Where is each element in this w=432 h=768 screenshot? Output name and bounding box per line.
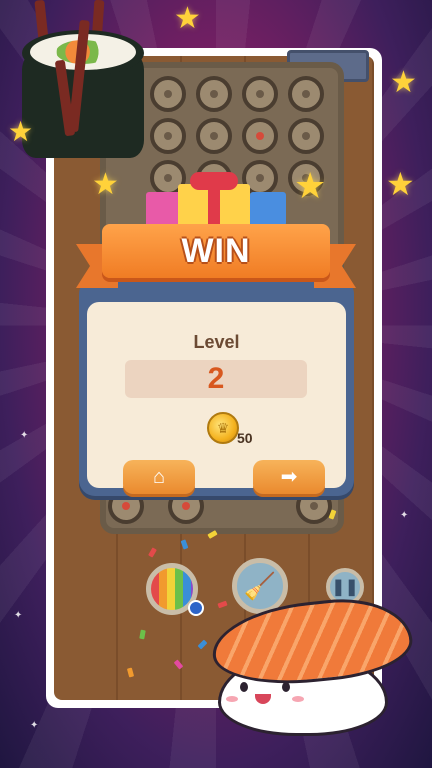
win-dialog-body: Level 2 ♛ 50 ⌂ ➡ [87, 302, 346, 494]
pause-icon: ❚❚ [331, 579, 359, 596]
star-icon: ★ [294, 165, 327, 206]
star-icon: ★ [8, 116, 34, 147]
mascot-blush [226, 696, 238, 702]
sparkle: ✦ [30, 720, 39, 731]
right-arrow-icon: ➡ [280, 466, 298, 488]
coin-reward: 50 [237, 430, 253, 446]
peg-hole [150, 76, 186, 112]
gift-icon [250, 192, 286, 226]
win-dialog: Level 2 ♛ 50 ⌂ ➡ [79, 278, 354, 496]
home-icon: ⌂ [152, 466, 166, 488]
mascot-eye [240, 682, 248, 692]
star-icon: ★ [92, 168, 119, 201]
star-icon: ★ [386, 166, 415, 202]
win-banner: WIN [102, 224, 330, 278]
broom-icon: 🧹 [243, 570, 277, 601]
level-value: 2 [125, 360, 307, 398]
mascot-blush [292, 696, 304, 702]
next-level-button[interactable]: ➡ [253, 460, 325, 494]
peg-hole [196, 118, 232, 154]
home-button[interactable]: ⌂ [123, 460, 195, 494]
peg-hole [196, 76, 232, 112]
peg-hole [242, 76, 278, 112]
star-icon: ★ [174, 2, 201, 35]
star-icon: ★ [390, 66, 417, 99]
play-indicator-icon [188, 600, 204, 616]
sparkle: ✦ [14, 610, 23, 621]
coin-icon: ♛ [207, 412, 239, 444]
gift-icon [146, 192, 182, 228]
win-title: WIN [181, 232, 251, 270]
sparkle: ✦ [400, 510, 409, 521]
peg-hole [242, 118, 278, 154]
peg-hole [288, 118, 324, 154]
mascot-eye [282, 682, 290, 692]
broom-tool-button[interactable]: 🧹 [232, 558, 288, 614]
sparkle: ✦ [20, 430, 29, 441]
peg-hole [150, 118, 186, 154]
gift-bow [190, 172, 238, 190]
level-label: Level [193, 332, 240, 352]
peg-hole [288, 76, 324, 112]
